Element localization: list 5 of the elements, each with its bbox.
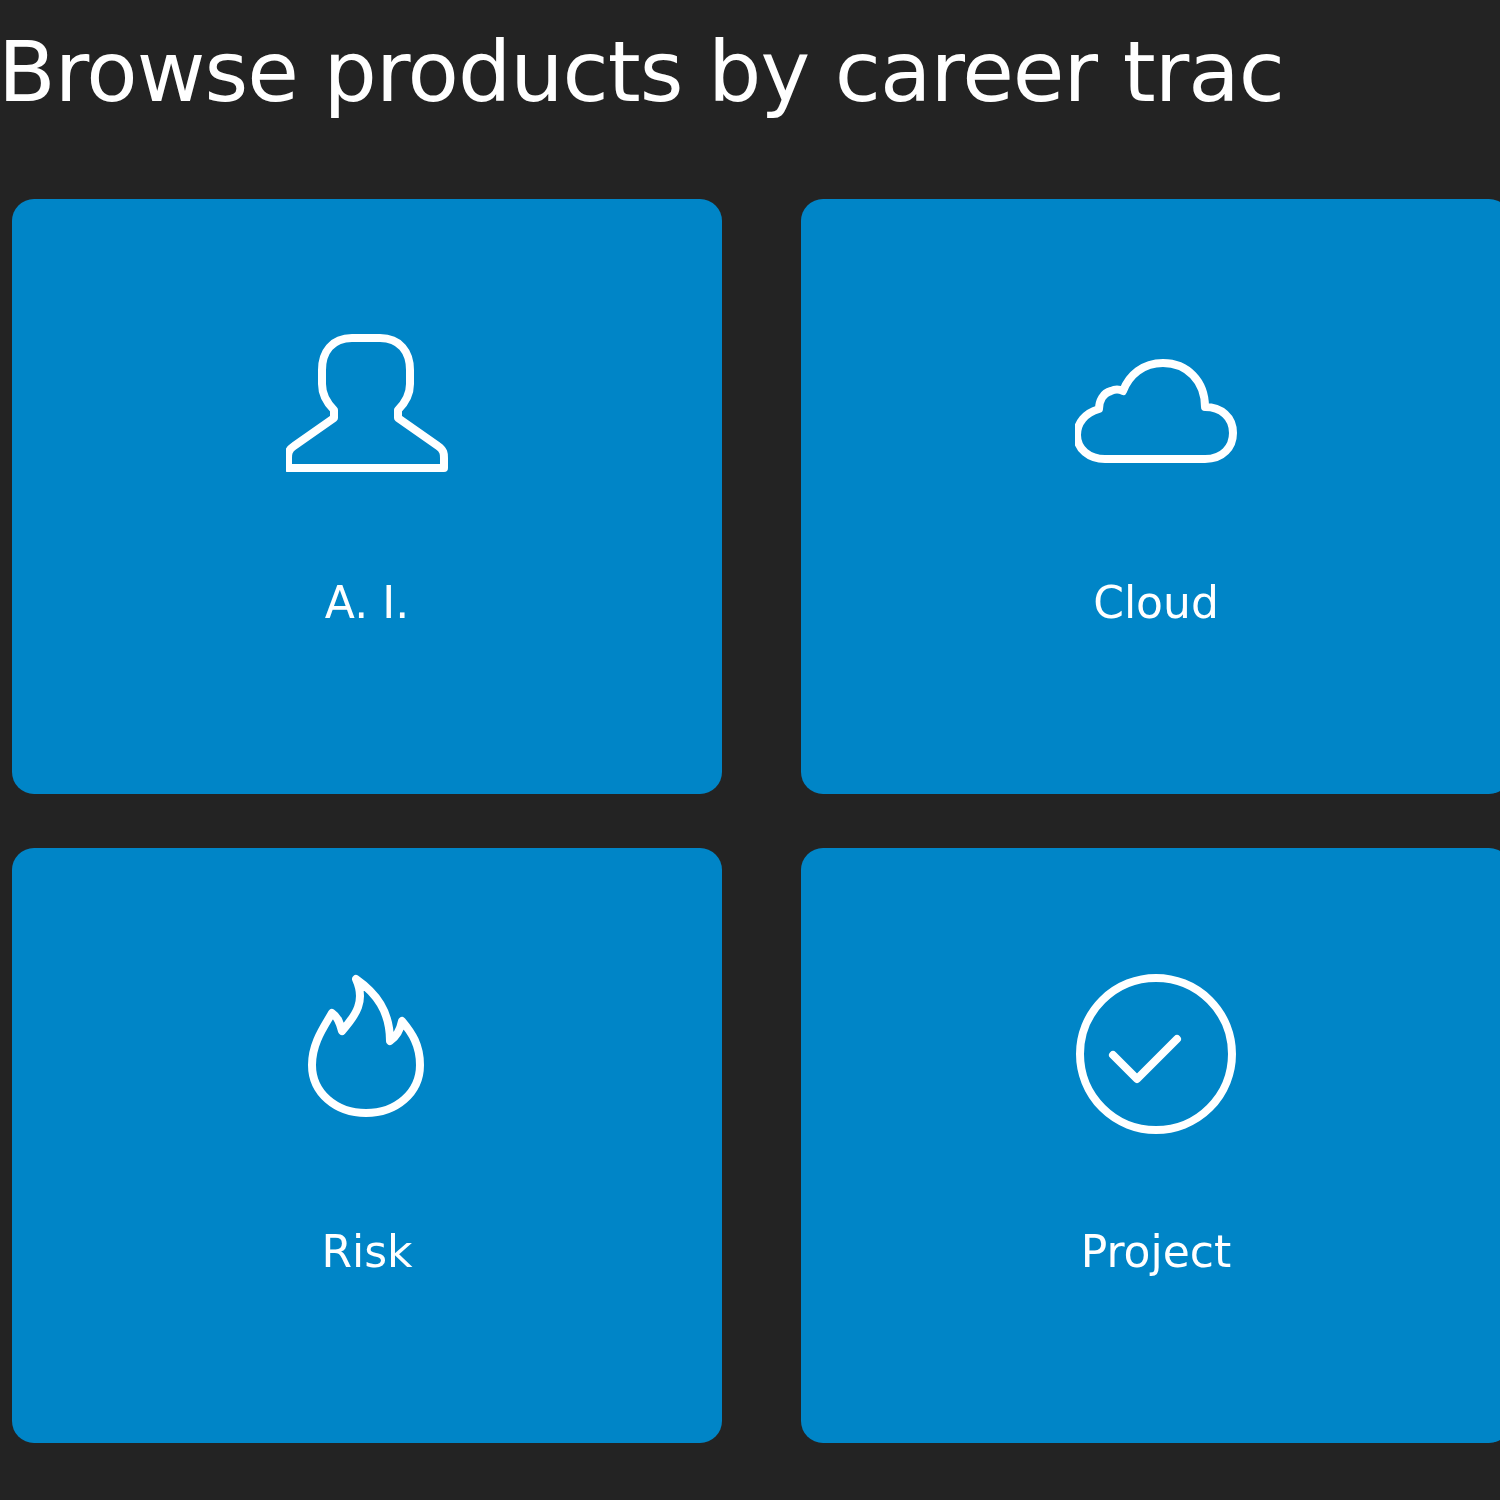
- track-card[interactable]: A. I.: [12, 199, 722, 794]
- track-card[interactable]: Project: [801, 848, 1500, 1443]
- track-card[interactable]: Cloud: [801, 199, 1500, 794]
- check-circle-icon: [1075, 973, 1237, 1135]
- track-card[interactable]: Risk: [12, 848, 722, 1443]
